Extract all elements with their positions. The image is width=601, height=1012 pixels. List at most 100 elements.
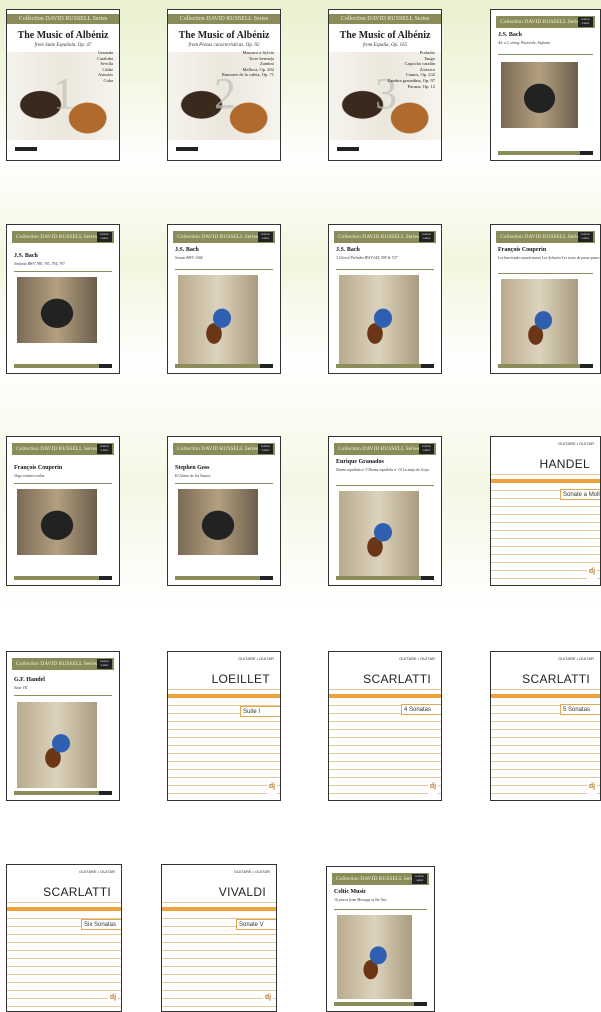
composer: J.S. Bach [175, 247, 199, 253]
footer-tag [421, 576, 434, 580]
scarlatti-6-cover[interactable]: GUITARE • GUITAR SCARLATTI Six Sonatas d… [6, 864, 122, 1012]
composer: François Couperin [14, 465, 63, 471]
cover-photo [17, 702, 97, 788]
albeniz-vol1-cover[interactable]: Collection DAVID RUSSELL Series The Musi… [6, 9, 120, 161]
footer-tag [99, 576, 112, 580]
bach-air-cover[interactable]: Collection DAVID RUSSELL Series Guitare … [490, 9, 601, 161]
bach-sonate-cover[interactable]: Collection DAVID RUSSELL Series Guitare … [167, 224, 281, 374]
vivaldi-sonate-cover[interactable]: GUITARE • GUITAR VIVALDI Sonate V dj [161, 864, 277, 1012]
footer-tag [414, 1002, 427, 1006]
work-box: Six Sonatas [81, 919, 121, 930]
albeniz-vol2-cover[interactable]: Collection DAVID RUSSELL Series The Musi… [167, 9, 281, 161]
scarlatti-5-cover[interactable]: GUITARE • GUITAR SCARLATTI 5 Sonatas dj [490, 651, 601, 801]
publisher-logo [176, 147, 198, 152]
celtic-music-cover[interactable]: Collection DAVID RUSSELL Series Guitare … [326, 866, 435, 1012]
divider [14, 695, 112, 696]
composer: François Couperin [498, 247, 547, 253]
composer: J.S. Bach [498, 32, 522, 38]
work-title: Sinfonia BWV 788, 793, 794, 797 [14, 262, 65, 266]
cover-title: The Music of Albéniz [17, 30, 109, 41]
dj-logo: dj [108, 991, 118, 1005]
piece-list: Granada Cataluña Sevilla Cádiz Asturias Cuba [97, 50, 113, 83]
staff-lines [491, 451, 600, 585]
accent-bar [329, 694, 441, 698]
piece-list: Preludio Tango Capricho catalán Zortzico Can… [387, 50, 435, 89]
footer-band [498, 151, 593, 155]
loeillet-suite-cover[interactable]: GUITARE • GUITAR LOEILLET Suite I dj [167, 651, 281, 801]
footer-band [14, 791, 112, 795]
handel-suite-cover[interactable]: Collection DAVID RUSSELL Series Guitare … [6, 651, 120, 801]
albeniz-vol3-cover[interactable]: Collection DAVID RUSSELL Series The Musi… [328, 9, 442, 161]
cover-subtitle: from Piezas características, Op. 92 [188, 43, 260, 48]
composer-name: LOEILLET [211, 672, 270, 686]
guitar-label: GUITARE • GUITAR [79, 869, 115, 874]
staff-lines [491, 666, 600, 800]
guitar-label: GUITARE • GUITAR [558, 441, 594, 446]
composer: Celtic Music [334, 889, 367, 895]
bach-sinfonia-cover[interactable]: Collection DAVID RUSSELL Series Guitare … [6, 224, 120, 374]
accent-bar [491, 479, 600, 483]
accent-bar [491, 694, 600, 698]
volume-number: 1 [53, 69, 75, 118]
work-title: Sonate BWV 1004 [175, 256, 203, 260]
cover-photo [339, 275, 419, 365]
dj-logo: dj [587, 780, 597, 794]
dj-logo: dj [428, 780, 438, 794]
scarlatti-4-cover[interactable]: GUITARE • GUITAR SCARLATTI 4 Sonatas dj [328, 651, 442, 801]
composer-name: SCARLATTI [43, 885, 111, 899]
dj-logo: dj [587, 565, 597, 579]
footer-band [498, 364, 593, 368]
guitar-label: GUITARE • GUITAR [558, 656, 594, 661]
series-band: Collection DAVID RUSSELL Series [168, 14, 280, 24]
work-title: 3 Choral Preludes BWV 645, 599 & 727 [336, 256, 398, 260]
staff-lines [329, 666, 441, 800]
guitar-badge: Guitare Guitar [97, 659, 112, 669]
guitar-badge: Guitare Guitar [258, 232, 273, 242]
work-box: 4 Sonatas [401, 704, 441, 715]
guitar-label: GUITARE • GUITAR [399, 656, 435, 661]
divider [334, 909, 427, 910]
guitar-badge: Guitare Guitar [97, 444, 112, 454]
composer: Stephen Goss [175, 465, 210, 471]
footer-band [14, 576, 112, 580]
footer-tag [99, 791, 112, 795]
divider [175, 269, 273, 270]
composer: J.S. Bach [336, 247, 360, 253]
composer-name: SCARLATTI [522, 672, 590, 686]
accent-bar [168, 694, 280, 698]
work-title: El Llanto de los Sauces [175, 474, 211, 478]
footer-band [14, 364, 112, 368]
guitar-badge: Guitare Guitar [578, 17, 593, 27]
work-title: Suite VII [14, 686, 28, 690]
cover-photo [339, 491, 419, 577]
footer-band [336, 364, 434, 368]
work-box: Sonate a Moll [560, 489, 600, 500]
guitar-badge: Guitare Guitar [412, 874, 427, 884]
footer-band [175, 364, 273, 368]
guitar-badge: Guitare Guitar [97, 232, 112, 242]
composer-name: SCARLATTI [363, 672, 431, 686]
work-title: 16 pieces from Message of the Sea [334, 898, 387, 902]
bach-chorale-cover[interactable]: Collection DAVID RUSSELL Series Guitare … [328, 224, 442, 374]
accent-bar [7, 907, 121, 911]
divider [498, 54, 593, 55]
footer-tag [260, 576, 273, 580]
staff-lines [168, 666, 280, 800]
guitar-badge: Guitare Guitar [258, 444, 273, 454]
cover-subtitle: from España, Op. 165 [362, 43, 408, 48]
handel-sonate-cover[interactable]: GUITARE • GUITAR HANDEL Sonate a Moll dj [490, 436, 601, 586]
guitar-label: GUITARE • GUITAR [234, 869, 270, 874]
work-box: Sonate V [236, 919, 276, 930]
work-title: Air a C string, Pastorale, Sinfonia [498, 41, 551, 45]
couperin-barricades-cover[interactable]: Collection DAVID RUSSELL Series Guitare … [490, 224, 601, 374]
couperin-virgo-cover[interactable]: Collection DAVID RUSSELL Series Guitare … [6, 436, 120, 586]
granados-danzas-cover[interactable]: Collection DAVID RUSSELL Series Guitare … [328, 436, 442, 586]
goss-llanto-cover[interactable]: Collection DAVID RUSSELL Series Guitare … [167, 436, 281, 586]
composer: Enrique Granados [336, 459, 384, 465]
footer-tag [260, 364, 273, 368]
divider [14, 271, 112, 272]
composer: G.F. Handel [14, 677, 45, 683]
dj-logo: dj [267, 780, 277, 794]
footer-tag [580, 151, 593, 155]
footer-band [175, 576, 273, 580]
